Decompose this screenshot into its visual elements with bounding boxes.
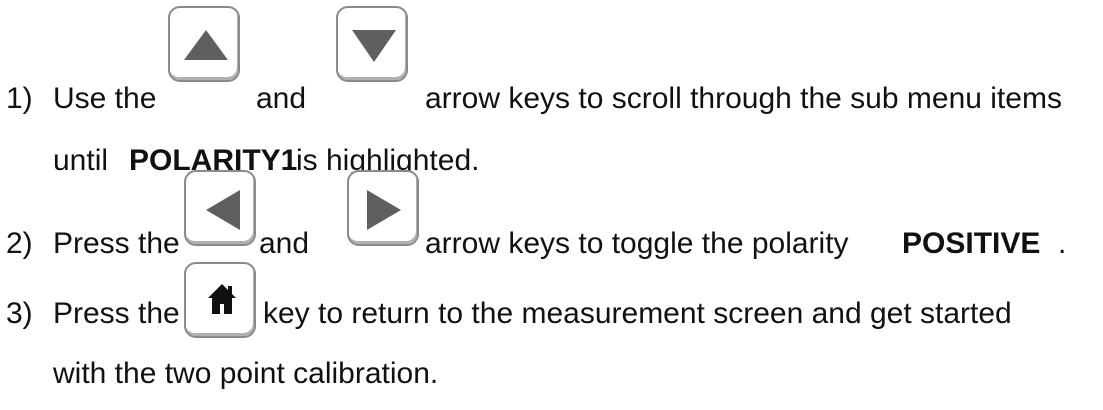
step-text: until bbox=[53, 144, 109, 177]
up-arrow-key[interactable] bbox=[168, 6, 240, 82]
step-text: . bbox=[1058, 227, 1067, 260]
step-text: arrow keys to toggle the polarity bbox=[425, 227, 849, 260]
step-text-bold: POSITIVE bbox=[902, 227, 1041, 260]
down-arrow-icon bbox=[352, 30, 396, 62]
step-number: 1) bbox=[6, 82, 33, 115]
step-number: 3) bbox=[6, 297, 33, 330]
left-arrow-key[interactable] bbox=[184, 170, 256, 246]
step-text: Press the bbox=[53, 227, 180, 260]
step-text: and bbox=[256, 82, 307, 115]
step-text: with the two point calibration. bbox=[53, 357, 439, 390]
step-text: and bbox=[259, 227, 310, 260]
right-arrow-icon bbox=[367, 190, 401, 230]
left-arrow-icon bbox=[206, 190, 240, 230]
step-text: Use the bbox=[53, 82, 157, 115]
step-text: arrow keys to scroll through the sub men… bbox=[425, 82, 1062, 115]
step-text: Press the bbox=[53, 297, 180, 330]
home-key[interactable] bbox=[184, 262, 256, 338]
down-arrow-key[interactable] bbox=[336, 6, 408, 82]
up-arrow-icon bbox=[184, 30, 228, 60]
right-arrow-key[interactable] bbox=[347, 170, 419, 246]
home-icon bbox=[208, 284, 236, 314]
step-text: key to return to the measurement screen … bbox=[263, 297, 1012, 330]
step-number: 2) bbox=[6, 227, 33, 260]
